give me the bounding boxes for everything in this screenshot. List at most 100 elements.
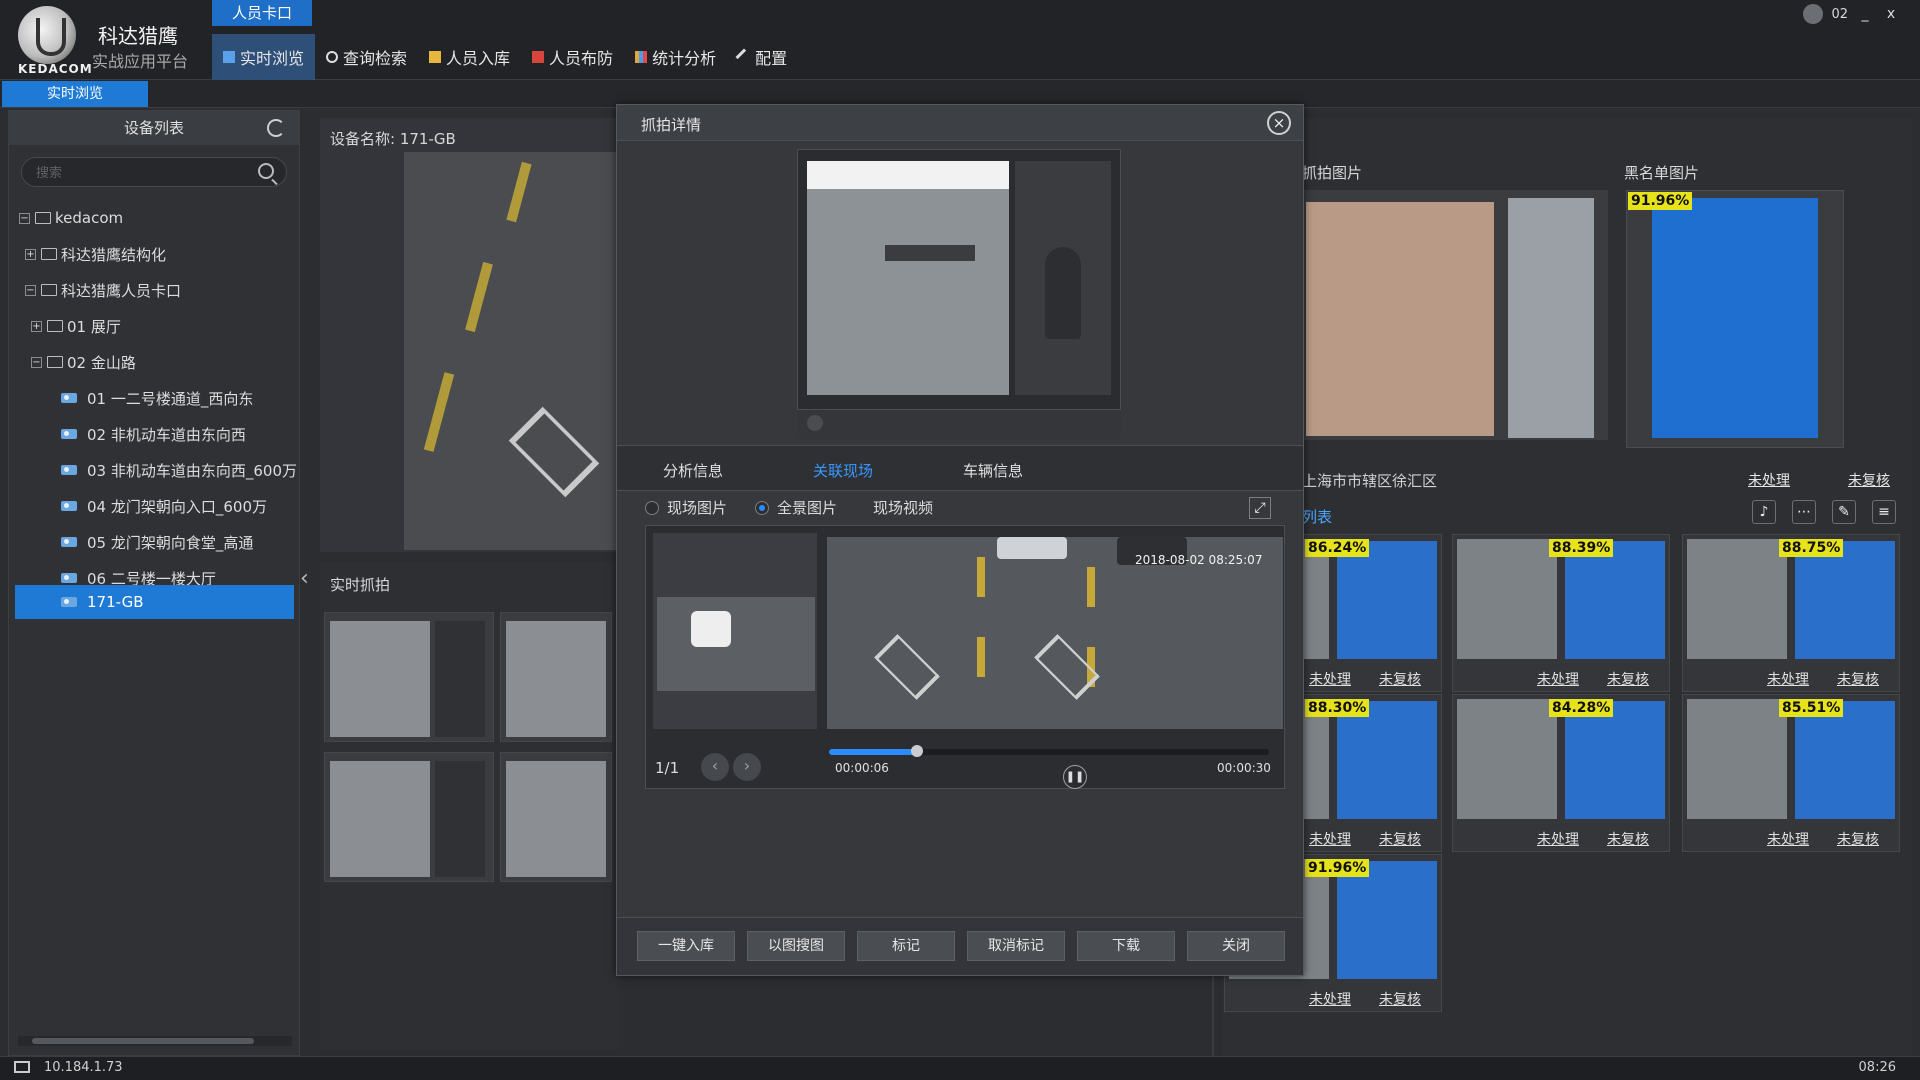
device-list-panel: 设备列表 − kedacom + 科达猎鹰结构化 − 科达猎鹰人员卡口 + 01… (8, 110, 300, 1056)
menu-icon[interactable]: ≡ (1872, 500, 1896, 524)
radio-icon[interactable] (755, 500, 769, 515)
nav-label: 配置 (755, 49, 788, 68)
unreviewed-link[interactable]: 未复核 (1379, 829, 1421, 849)
user-name[interactable]: 02 (1831, 7, 1848, 22)
snapshot-face-image[interactable] (1306, 202, 1494, 436)
download-button[interactable]: 下载 (1077, 931, 1175, 961)
video-progress-knob[interactable] (911, 745, 923, 757)
brush-icon[interactable]: ✎ (1832, 500, 1856, 524)
camera-icon (61, 393, 77, 403)
similarity-badge: 88.75% (1779, 539, 1844, 557)
capture-thumb[interactable] (500, 612, 612, 742)
more-icon[interactable]: ⋯ (1792, 500, 1816, 524)
capture-thumb[interactable] (500, 752, 612, 882)
tree-label: 01 展厅 (67, 317, 121, 336)
tree-node-kedacom[interactable]: − kedacom (9, 201, 299, 235)
tree-camera-171-gb[interactable]: 171-GB (15, 585, 294, 619)
unreviewed-link[interactable]: 未复核 (1379, 669, 1421, 689)
refresh-icon[interactable] (267, 119, 285, 137)
one-click-enroll-button[interactable]: 一键入库 (637, 931, 735, 961)
folder-icon (35, 212, 51, 224)
unreviewed-link[interactable]: 未复核 (1607, 829, 1649, 849)
minimize-button[interactable]: _ (1856, 6, 1874, 22)
module-tab-person-checkpoint[interactable]: 人员卡口 (212, 0, 312, 26)
scene-thumbnail[interactable] (657, 597, 815, 691)
capture-indicator-dot[interactable] (807, 415, 823, 431)
close-icon[interactable]: × (1267, 111, 1291, 135)
unprocessed-link[interactable]: 未处理 (1767, 669, 1809, 689)
nav-statistics[interactable]: 统计分析 (624, 34, 727, 80)
nav-query[interactable]: 查询检索 (315, 34, 418, 80)
unreviewed-link[interactable]: 未复核 (1848, 470, 1890, 490)
unreviewed-link[interactable]: 未复核 (1837, 669, 1879, 689)
radio-scene-video[interactable]: 现场视频 (873, 497, 933, 518)
tab-related-scene[interactable]: 关联现场 (813, 460, 873, 481)
folder-icon (41, 284, 57, 296)
tree-node-hall[interactable]: + 01 展厅 (9, 309, 299, 343)
capture-thumb[interactable] (324, 752, 494, 882)
collapse-icon[interactable]: − (25, 284, 36, 296)
tree-node-structured[interactable]: + 科达猎鹰结构化 (9, 237, 299, 271)
blacklist-image (1565, 541, 1665, 659)
nav-person-deploy[interactable]: 人员布防 (521, 34, 624, 80)
search-icon[interactable] (258, 163, 274, 179)
tree-camera-01[interactable]: 01 一二号楼通道_西向东 (9, 381, 299, 415)
camera-icon (61, 429, 77, 439)
nav-person-entry[interactable]: 人员入库 (418, 34, 521, 80)
unprocessed-link[interactable]: 未处理 (1309, 989, 1351, 1009)
mark-button[interactable]: 标记 (857, 931, 955, 961)
similarity-badge: 91.96% (1628, 192, 1693, 210)
expand-icon[interactable]: + (25, 248, 36, 260)
expand-icon[interactable]: + (31, 320, 42, 332)
unprocessed-link[interactable]: 未处理 (1309, 669, 1351, 689)
collapse-icon[interactable]: − (31, 356, 42, 368)
tree-node-jinshan-road[interactable]: − 02 金山路 (9, 345, 299, 379)
close-window-button[interactable]: x (1882, 6, 1900, 22)
radio-panorama-image[interactable]: 全景图片 (755, 497, 837, 518)
unmark-button[interactable]: 取消标记 (967, 931, 1065, 961)
alarm-card[interactable]: 88.75% 未处理 未复核 (1682, 534, 1900, 692)
blacklist-face-image[interactable] (1652, 198, 1818, 438)
tree-node-person-checkpoint[interactable]: − 科达猎鹰人员卡口 (9, 273, 299, 307)
collapse-icon[interactable]: − (19, 212, 30, 224)
tree-camera-02[interactable]: 02 非机动车道由东向西 (9, 417, 299, 451)
tree-camera-04[interactable]: 04 龙门架朝向入口_600万 (9, 489, 299, 523)
alarm-card[interactable]: 84.28% 未处理 未复核 (1452, 694, 1670, 852)
unprocessed-link[interactable]: 未处理 (1767, 829, 1809, 849)
tree-camera-03[interactable]: 03 非机动车道由东向西_600万 (9, 453, 299, 487)
prev-page-button[interactable]: ‹ (701, 753, 729, 781)
search-by-image-button[interactable]: 以图搜图 (747, 931, 845, 961)
unprocessed-link[interactable]: 未处理 (1309, 829, 1351, 849)
avatar[interactable] (1803, 4, 1824, 24)
collapse-panel-handle[interactable]: ‹ (300, 566, 309, 591)
snapshot-body-image[interactable] (1508, 198, 1594, 438)
tab-analysis-info[interactable]: 分析信息 (663, 460, 723, 481)
captured-face-image[interactable] (807, 161, 1009, 395)
alarm-card[interactable]: 85.51% 未处理 未复核 (1682, 694, 1900, 852)
tab-vehicle-info[interactable]: 车辆信息 (963, 460, 1023, 481)
nav-realtime[interactable]: 实时浏览 (212, 34, 316, 80)
fullscreen-icon[interactable]: ⤢ (1249, 497, 1271, 519)
brand-subtitle: 实战应用平台 (92, 52, 189, 71)
next-page-button[interactable]: › (733, 753, 761, 781)
tree-label: 171-GB (87, 593, 144, 611)
scrollbar-thumb[interactable] (32, 1038, 254, 1044)
radio-scene-image[interactable]: 现场图片 (645, 497, 727, 518)
bell-icon[interactable]: ♪ (1752, 500, 1776, 524)
pause-button[interactable]: ❚❚ (1063, 765, 1087, 789)
capture-thumb[interactable] (324, 612, 494, 742)
device-search-input[interactable] (36, 163, 246, 181)
radio-icon[interactable] (645, 500, 659, 515)
unprocessed-link[interactable]: 未处理 (1537, 829, 1579, 849)
close-button[interactable]: 关闭 (1187, 931, 1285, 961)
unprocessed-link[interactable]: 未处理 (1748, 470, 1790, 490)
nav-config[interactable]: 配置 (727, 34, 798, 80)
live-video[interactable] (404, 152, 620, 550)
unprocessed-link[interactable]: 未处理 (1537, 669, 1579, 689)
alarm-card[interactable]: 88.39% 未处理 未复核 (1452, 534, 1670, 692)
unreviewed-link[interactable]: 未复核 (1607, 669, 1649, 689)
subtab-realtime[interactable]: 实时浏览 (2, 81, 148, 107)
tree-camera-05[interactable]: 05 龙门架朝向食堂_高通 (9, 525, 299, 559)
unreviewed-link[interactable]: 未复核 (1379, 989, 1421, 1009)
unreviewed-link[interactable]: 未复核 (1837, 829, 1879, 849)
